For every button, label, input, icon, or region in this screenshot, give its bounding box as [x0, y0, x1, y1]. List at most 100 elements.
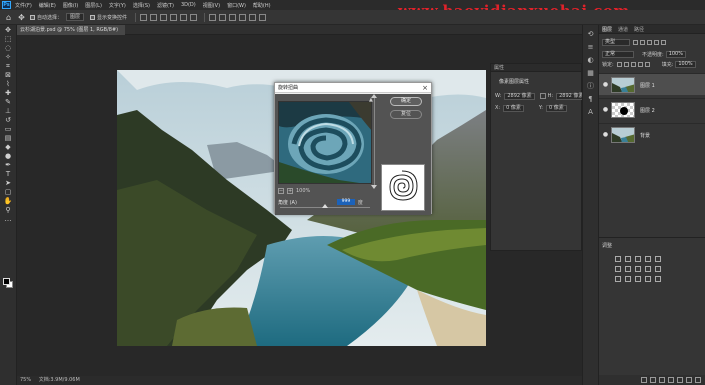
align-top-icon[interactable]: [170, 13, 178, 21]
align-middle-icon[interactable]: [180, 13, 188, 21]
adjustments-icon[interactable]: ◐: [586, 56, 596, 64]
auto-select-dropdown[interactable]: 图层: [66, 13, 85, 21]
crop-tool-icon[interactable]: ⌗: [2, 62, 14, 70]
invert-icon[interactable]: [615, 276, 621, 282]
magic-wand-icon[interactable]: ✧: [2, 53, 14, 61]
path-select-icon[interactable]: ➤: [2, 179, 14, 187]
align-left-icon[interactable]: [140, 13, 148, 21]
history-brush-icon[interactable]: ↺: [2, 116, 14, 124]
menu-window[interactable]: 窗口(W): [227, 2, 246, 9]
dialog-titlebar[interactable]: 旋转扭曲 ×: [275, 83, 431, 93]
frame-tool-icon[interactable]: ⊠: [2, 71, 14, 79]
angle-input[interactable]: 999: [336, 199, 355, 205]
reset-button[interactable]: 复位: [390, 110, 422, 119]
filter-smart-icon[interactable]: [661, 39, 666, 45]
triangle-up-icon[interactable]: [371, 94, 377, 98]
distribute-icon[interactable]: [209, 13, 217, 21]
add-mask-icon[interactable]: [659, 377, 665, 383]
hand-tool-icon[interactable]: ✋: [2, 197, 14, 205]
new-layer-icon[interactable]: [686, 377, 692, 383]
show-transform-checkbox[interactable]: [90, 14, 96, 20]
distribute-icon[interactable]: [219, 13, 227, 21]
eye-icon[interactable]: ●: [602, 106, 609, 113]
selective-color-icon[interactable]: [655, 276, 661, 282]
new-adjustment-icon[interactable]: [668, 377, 674, 383]
menu-select[interactable]: 选择(S): [133, 2, 150, 9]
move-tool-icon[interactable]: ✥: [2, 26, 14, 34]
status-zoom[interactable]: 75%: [20, 377, 31, 383]
layer-row-layer1[interactable]: ● 图层 1: [599, 73, 705, 95]
foreground-color-swatch[interactable]: [3, 278, 10, 285]
shape-tool-icon[interactable]: ▢: [2, 188, 14, 196]
y-field[interactable]: 0 像素: [545, 104, 567, 112]
character-icon[interactable]: A: [586, 108, 596, 116]
layer-name[interactable]: 图层 2: [640, 107, 655, 114]
curves-icon[interactable]: [635, 256, 641, 262]
eyedropper-icon[interactable]: ⌇: [2, 80, 14, 88]
zoom-in-button[interactable]: +: [287, 187, 293, 194]
distribute-icon[interactable]: [229, 13, 237, 21]
layer-filter-dropdown[interactable]: 类型: [602, 38, 630, 46]
menu-file[interactable]: 文件(F): [15, 2, 32, 9]
menu-type[interactable]: 文字(Y): [109, 2, 126, 9]
triangle-down-icon[interactable]: [371, 185, 377, 189]
menu-edit[interactable]: 编辑(E): [39, 2, 56, 9]
threshold-icon[interactable]: [635, 276, 641, 282]
exposure-icon[interactable]: [645, 256, 651, 262]
layer-name[interactable]: 背景: [640, 132, 650, 139]
blend-mode-dropdown[interactable]: 正常: [602, 50, 634, 58]
tab-channels[interactable]: 通道: [618, 26, 628, 33]
fill-field[interactable]: 100%: [675, 60, 696, 68]
menu-filter[interactable]: 滤镜(T): [157, 2, 174, 9]
menu-image[interactable]: 图像(I): [63, 2, 78, 9]
eye-icon[interactable]: ●: [602, 131, 609, 138]
filter-adjust-icon[interactable]: [640, 39, 645, 45]
brightness-icon[interactable]: [615, 256, 621, 262]
align-right-icon[interactable]: [160, 13, 168, 21]
blur-tool-icon[interactable]: ◆: [2, 143, 14, 151]
black-white-icon[interactable]: [635, 266, 641, 272]
layer-row-layer2[interactable]: ● 图层 2: [599, 98, 705, 120]
clone-stamp-icon[interactable]: ⊥: [2, 107, 14, 115]
lock-artboard-icon[interactable]: [637, 61, 643, 67]
distribute-icon[interactable]: [259, 13, 267, 21]
paragraph-icon[interactable]: ¶: [586, 95, 596, 103]
pen-tool-icon[interactable]: ✒: [2, 161, 14, 169]
lock-pixels-icon[interactable]: [623, 61, 629, 67]
layer-row-background[interactable]: ● 背景: [599, 123, 705, 145]
history-icon[interactable]: ⟲: [586, 30, 596, 38]
home-icon[interactable]: ⌂: [4, 13, 13, 22]
trash-icon[interactable]: [695, 377, 701, 383]
opacity-field[interactable]: 100%: [665, 50, 686, 58]
brush-tool-icon[interactable]: ✎: [2, 98, 14, 106]
posterize-icon[interactable]: [625, 276, 631, 282]
gradient-icon[interactable]: ▤: [2, 134, 14, 142]
hue-saturation-icon[interactable]: [615, 266, 621, 272]
close-icon[interactable]: ×: [422, 83, 428, 93]
menu-3d[interactable]: 3D(D): [181, 2, 196, 8]
width-field[interactable]: 2892 像素: [504, 92, 535, 100]
marquee-tool-icon[interactable]: ⬚: [2, 35, 14, 43]
eye-icon[interactable]: ●: [602, 81, 609, 88]
link-layers-icon[interactable]: [641, 377, 647, 383]
zoom-out-button[interactable]: −: [278, 187, 284, 194]
filter-preview[interactable]: [278, 101, 372, 184]
x-field[interactable]: 0 像素: [503, 104, 524, 112]
properties-icon[interactable]: ≡: [586, 43, 596, 51]
eraser-icon[interactable]: ▭: [2, 125, 14, 133]
auto-select-checkbox[interactable]: [30, 14, 35, 20]
color-balance-icon[interactable]: [625, 266, 631, 272]
lock-all-icon[interactable]: [644, 61, 650, 67]
zoom-tool-icon[interactable]: ⚲: [2, 206, 14, 214]
fx-icon[interactable]: [650, 377, 656, 383]
vibrance-icon[interactable]: [655, 256, 661, 262]
filter-shape-icon[interactable]: [654, 39, 659, 45]
distribute-icon[interactable]: [239, 13, 247, 21]
lock-transparency-icon[interactable]: [616, 61, 622, 67]
filter-type-icon[interactable]: [647, 39, 652, 45]
healing-brush-icon[interactable]: ✚: [2, 89, 14, 97]
angle-slider-thumb[interactable]: [322, 204, 328, 208]
layer-name[interactable]: 图层 1: [640, 82, 655, 89]
photo-filter-icon[interactable]: [645, 266, 651, 272]
lasso-tool-icon[interactable]: ◌: [2, 44, 14, 52]
